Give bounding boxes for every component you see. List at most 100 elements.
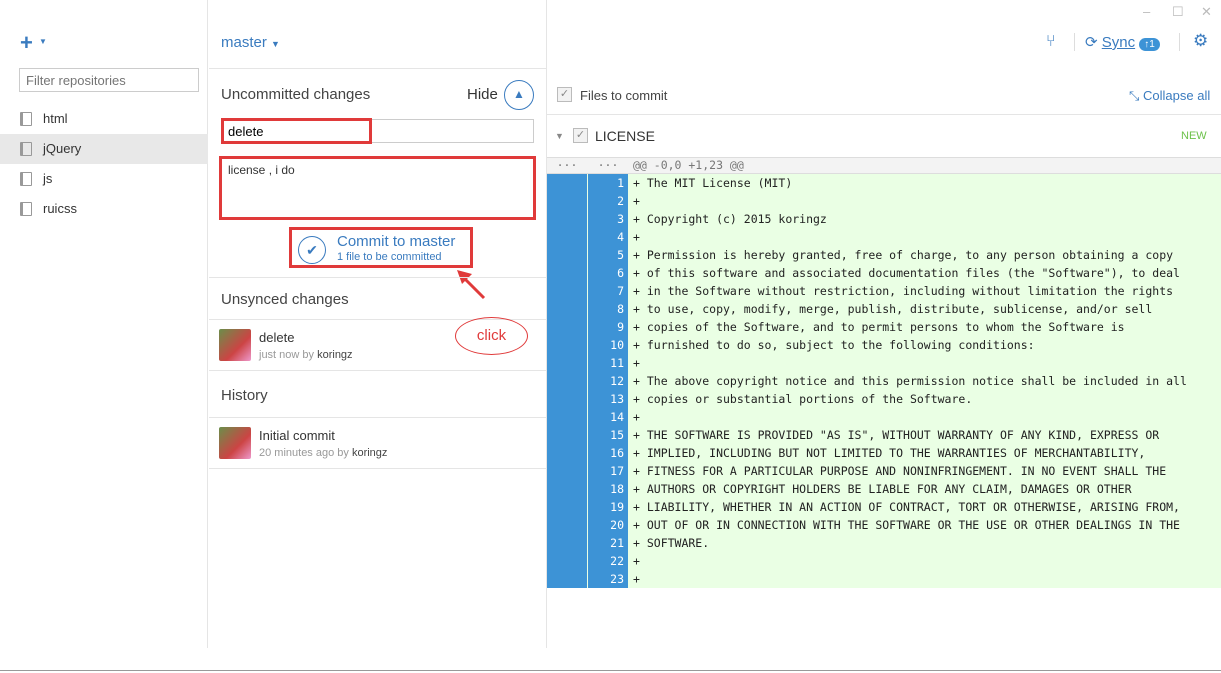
diff-line: 2 + <box>547 192 1221 210</box>
line-text: + Permission is hereby granted, free of … <box>633 248 1174 262</box>
new-line-number: 19 <box>588 498 628 516</box>
line-text: + The MIT License (MIT) <box>633 176 793 190</box>
new-line-number: 10 <box>588 336 628 354</box>
old-line-number <box>547 480 587 498</box>
new-line-number: 17 <box>588 462 628 480</box>
line-text: + LIABILITY, WHETHER IN AN ACTION OF CON… <box>633 500 1180 514</box>
new-line-number: 18 <box>588 480 628 498</box>
collapse-all-button[interactable]: ⤡ Collapse all <box>1129 88 1210 104</box>
repo-icon <box>20 172 32 186</box>
old-line-number <box>547 174 587 192</box>
old-line-number <box>547 390 587 408</box>
files-to-commit-checkbox[interactable]: ✓ <box>557 87 572 102</box>
sidebar: + ▼ html jQuery js ruicss <box>0 0 208 648</box>
line-text: + <box>633 554 640 568</box>
commit-item[interactable]: Initial commit 20 minutes ago by koringz <box>209 418 547 468</box>
line-text: + copies of the Software, and to permit … <box>633 320 1125 334</box>
sidebar-item-html[interactable]: html <box>0 104 208 134</box>
new-line-number: 20 <box>588 516 628 534</box>
repo-icon <box>20 112 32 126</box>
commit-subtitle: 1 file to be committed <box>337 251 442 263</box>
chevron-up-icon[interactable]: ▲ <box>504 80 534 110</box>
changes-panel: master ▼ Uncommitted changes Hide ▲ lice… <box>209 0 547 648</box>
line-text: + in the Software without restriction, i… <box>633 284 1174 298</box>
diff-line: 15 + THE SOFTWARE IS PROVIDED "AS IS", WI… <box>547 426 1221 444</box>
unsynced-title: Unsynced changes <box>221 291 349 308</box>
diff-line: 5 + Permission is hereby granted, free of… <box>547 246 1221 264</box>
diff-line: 22 + <box>547 552 1221 570</box>
line-text: + furnished to do so, subject to the fol… <box>633 338 1035 352</box>
diff-line: 9 + copies of the Software, and to permit… <box>547 318 1221 336</box>
sync-button[interactable]: ⟳ Sync ↑1 <box>1085 33 1160 51</box>
diff-line: 11 + <box>547 354 1221 372</box>
diff-line: 21 + SOFTWARE. <box>547 534 1221 552</box>
old-line-number <box>547 354 587 372</box>
old-line-number <box>547 444 587 462</box>
sidebar-item-jquery[interactable]: jQuery <box>0 134 208 164</box>
commit-meta: just now by koringz <box>259 349 353 361</box>
line-text: + to use, copy, modify, merge, publish, … <box>633 302 1153 316</box>
new-line-number: 8 <box>588 300 628 318</box>
filter-repositories-input[interactable] <box>19 68 199 92</box>
new-line-number: 14 <box>588 408 628 426</box>
line-text: + copies or substantial portions of the … <box>633 392 973 406</box>
old-line-number <box>547 282 587 300</box>
pull-request-icon[interactable]: ⑂ <box>1046 33 1056 51</box>
diff-line: 7 + in the Software without restriction, … <box>547 282 1221 300</box>
diff-line: 23 + <box>547 570 1221 588</box>
files-to-commit-label: Files to commit <box>580 88 668 103</box>
diff-code: ··· ··· @@ -0,0 +1,23 @@ 1 + The MIT Licens… <box>547 157 1221 588</box>
diff-line: 1 + The MIT License (MIT) <box>547 174 1221 192</box>
branch-label: master <box>221 34 267 51</box>
chevron-down-icon[interactable]: ▼ <box>39 37 47 46</box>
old-line-number <box>547 570 587 588</box>
maximize-button[interactable]: ☐ <box>1172 4 1184 20</box>
new-line-number: 23 <box>588 570 628 588</box>
file-checkbox[interactable]: ✓ <box>573 128 588 143</box>
new-line-number: 1 <box>588 174 628 192</box>
commit-description-input[interactable]: license , i do <box>219 156 536 220</box>
diff-line: 20 + OUT OF OR IN CONNECTION WITH THE SOF… <box>547 516 1221 534</box>
sync-icon: ⟳ <box>1085 34 1098 51</box>
file-name: LICENSE <box>595 128 655 144</box>
line-text: + <box>633 194 640 208</box>
minimize-button[interactable]: – <box>1143 4 1150 19</box>
hide-label[interactable]: Hide <box>467 86 498 103</box>
line-text: + FITNESS FOR A PARTICULAR PURPOSE AND N… <box>633 464 1167 478</box>
diff-line: 8 + to use, copy, modify, merge, publish,… <box>547 300 1221 318</box>
old-line-number <box>547 300 587 318</box>
click-annotation: click <box>455 317 528 355</box>
commit-title: Commit to master <box>337 233 456 250</box>
old-line-number <box>547 228 587 246</box>
old-line-number <box>547 246 587 264</box>
new-line-number: 15 <box>588 426 628 444</box>
branch-selector[interactable]: master ▼ <box>221 34 280 51</box>
commit-meta: 20 minutes ago by koringz <box>259 447 388 459</box>
new-line-number: 7 <box>588 282 628 300</box>
plus-icon[interactable]: + <box>20 30 33 56</box>
sidebar-item-js[interactable]: js <box>0 164 208 194</box>
diff-line: 4 + <box>547 228 1221 246</box>
expand-triangle-icon[interactable]: ▼ <box>555 131 564 141</box>
diff-line: 17 + FITNESS FOR A PARTICULAR PURPOSE AND… <box>547 462 1221 480</box>
avatar <box>219 329 251 361</box>
line-text: + OUT OF OR IN CONNECTION WITH THE SOFTW… <box>633 518 1180 532</box>
sidebar-item-ruicss[interactable]: ruicss <box>0 194 208 224</box>
repo-icon <box>20 142 32 156</box>
diff-line: 3 + Copyright (c) 2015 koringz <box>547 210 1221 228</box>
old-line-number <box>547 192 587 210</box>
history-title: History <box>221 387 268 404</box>
new-line-number: 21 <box>588 534 628 552</box>
new-line-number: 2 <box>588 192 628 210</box>
new-line-number: 12 <box>588 372 628 390</box>
new-line-number: 9 <box>588 318 628 336</box>
line-text: + of this software and associated docume… <box>633 266 1180 280</box>
gear-icon[interactable]: ⚙ <box>1193 31 1208 51</box>
old-line-number <box>547 462 587 480</box>
commit-button[interactable]: ✔ Commit to master 1 file to be committe… <box>289 227 473 268</box>
new-line-number: 22 <box>588 552 628 570</box>
new-line-number: 5 <box>588 246 628 264</box>
close-button[interactable]: ✕ <box>1201 4 1212 20</box>
line-text: + <box>633 230 640 244</box>
new-line-number: 13 <box>588 390 628 408</box>
